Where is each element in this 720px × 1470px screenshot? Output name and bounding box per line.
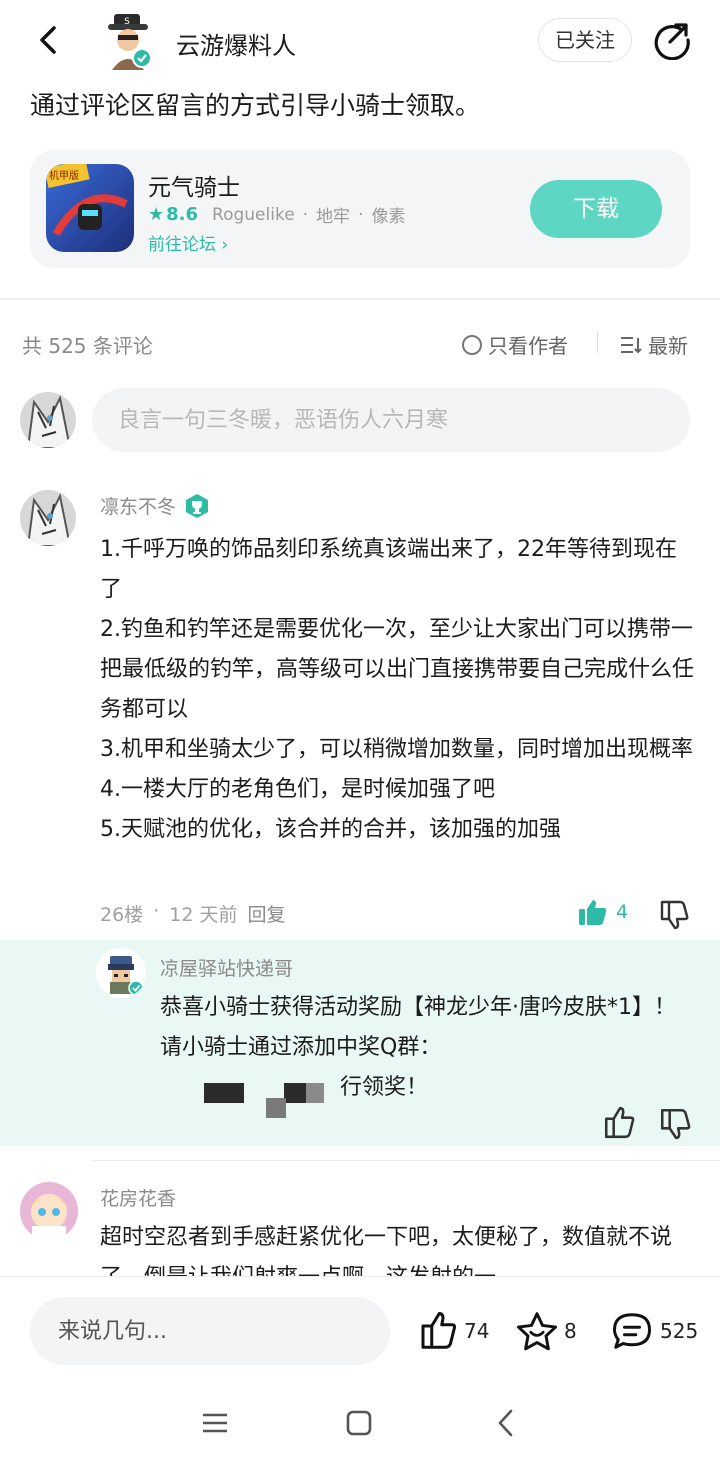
game-icon-badge: 机甲版	[49, 169, 79, 182]
game-icon[interactable]: 机甲版	[46, 164, 134, 252]
game-name[interactable]: 元气骑士	[148, 168, 240, 202]
comment-line: 4.一楼大厅的老角色们，是时候加强了吧	[100, 777, 495, 802]
comment-total: 525	[660, 1319, 699, 1343]
comment-meta: 26楼 · 12 天前 回复	[100, 900, 285, 927]
favorite-button[interactable]: 8	[516, 1311, 577, 1351]
forum-link[interactable]: 前往论坛 ›	[148, 230, 228, 255]
floor-number: 26楼	[100, 904, 144, 926]
back-arrow-icon[interactable]	[30, 22, 66, 58]
comment-count: 共 525 条评论	[22, 334, 153, 358]
thumbs-up-filled-icon	[579, 900, 607, 925]
svg-text:S: S	[124, 17, 130, 27]
like-button[interactable]: 4	[578, 898, 628, 926]
sort-list-icon	[621, 336, 642, 353]
thumbs-up-icon	[421, 1312, 457, 1349]
reply-text-tail: 行领奖！	[340, 1075, 429, 1100]
author-name[interactable]: 云游爆料人	[176, 26, 296, 61]
comment-user[interactable]: 凛东不冬	[100, 492, 210, 519]
home-icon[interactable]	[344, 1408, 374, 1438]
rating-star-icon: ★	[148, 204, 165, 225]
game-tag: Roguelike	[212, 204, 295, 225]
comment-input[interactable]	[92, 388, 690, 452]
comment-time: 12 天前	[169, 904, 238, 926]
comment-body: 超时空忍者到手感赶紧优化一下吧，太便秘了，数值就不说了，倒是让我们射爽一点啊，这…	[100, 1225, 673, 1276]
forum-link-label: 前往论坛	[148, 235, 216, 255]
only-author-toggle[interactable]: 只看作者	[462, 330, 568, 359]
comments-button[interactable]: 525	[610, 1311, 698, 1351]
tag-separator: ·	[358, 204, 364, 225]
redaction-block	[204, 1083, 244, 1103]
comment-line: 1.千呼万唤的饰品刻印系统真该端出来了，22年等待到现在了	[100, 537, 677, 602]
comment-line: 3.机甲和坐骑太少了，可以稍微增加数量，同时增加出现概率	[100, 737, 693, 762]
redaction-block	[266, 1098, 286, 1118]
game-tag: 地牢	[316, 207, 351, 227]
recent-apps-icon[interactable]	[200, 1408, 230, 1438]
thumbs-up-icon[interactable]	[602, 1106, 636, 1140]
share-icon[interactable]	[652, 20, 692, 60]
game-meta: ★ 8.6 Roguelike · 地牢 · 像素	[148, 202, 405, 227]
avatar[interactable]	[20, 490, 76, 546]
official-reply: 凉屋驿站快递哥 恭喜小骑士获得活动奖励【神龙少年·唐吟皮肤*1】！ 请小骑士通过…	[0, 940, 720, 1146]
like-count: 4	[616, 901, 629, 923]
top-bar: S 云游爆料人 已关注	[0, 0, 720, 82]
avatar[interactable]	[20, 1182, 78, 1240]
only-author-label: 只看作者	[488, 334, 568, 358]
comment-line: 2.钓鱼和钓竿还是需要优化一次，至少让大家出门可以携带一把最低级的钓竿，高等级可…	[100, 617, 695, 722]
post-like-button[interactable]: 74	[418, 1311, 489, 1351]
divider	[92, 1160, 720, 1161]
say-something-input[interactable]	[30, 1297, 390, 1365]
author-avatar[interactable]: S	[100, 14, 156, 70]
system-nav-bar	[0, 1384, 720, 1470]
reply-username[interactable]: 凉屋驿站快递哥	[160, 954, 293, 981]
reply-button[interactable]: 回复	[247, 900, 285, 927]
game-card[interactable]: 机甲版 元气骑士 ★ 8.6 Roguelike · 地牢 · 像素 前往论坛 ›…	[30, 150, 690, 268]
trophy-badge-icon	[186, 493, 209, 518]
follow-button[interactable]: 已关注	[538, 18, 632, 62]
post-like-count: 74	[464, 1319, 490, 1343]
redaction-block	[306, 1083, 324, 1103]
post-text: 通过评论区留言的方式引导小骑士领取。	[30, 91, 481, 120]
comment-user[interactable]: 花房花香	[100, 1184, 176, 1211]
bottom-action-bar: 74 8 525	[0, 1276, 720, 1384]
chevron-right-icon: ›	[221, 235, 229, 255]
thumbs-down-icon[interactable]	[658, 1106, 692, 1140]
comment-line: 5.天赋池的优化，该合并的合并，该加强的加强	[100, 817, 561, 842]
username: 凛东不冬	[100, 496, 177, 518]
star-icon	[516, 1312, 558, 1351]
thumbs-down-icon[interactable]	[658, 898, 690, 930]
nav-back-icon[interactable]	[494, 1408, 518, 1438]
meta-separator: ·	[153, 900, 160, 922]
divider	[0, 298, 720, 300]
comment-bubble-icon	[613, 1313, 651, 1349]
sort-button[interactable]: 最新	[620, 330, 688, 359]
my-avatar[interactable]	[20, 392, 76, 448]
game-tag: 像素	[371, 207, 406, 227]
divider	[597, 331, 598, 353]
radio-icon	[462, 334, 482, 355]
comment-body: 1.千呼万唤的饰品刻印系统真该端出来了，22年等待到现在了 2.钓鱼和钓竿还是需…	[100, 530, 696, 850]
sort-label: 最新	[648, 334, 688, 358]
tag-separator: ·	[302, 204, 309, 225]
download-button[interactable]: 下载	[530, 180, 662, 238]
favorite-count: 8	[564, 1319, 577, 1343]
game-rating: 8.6	[166, 204, 199, 225]
avatar[interactable]	[96, 948, 146, 998]
reply-text: 恭喜小骑士获得活动奖励【神龙少年·唐吟皮肤*1】！ 请小骑士通过添加中奖Q群：	[160, 995, 676, 1060]
